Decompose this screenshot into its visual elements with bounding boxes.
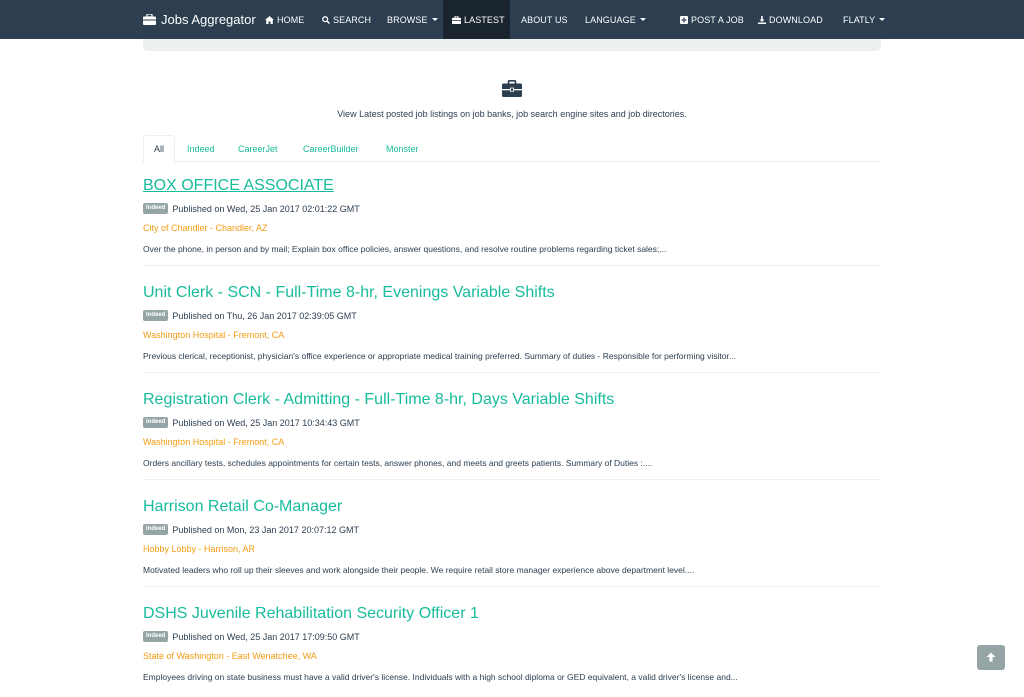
search-icon — [322, 15, 330, 24]
tab-careerbuilder[interactable]: CareerBuilder — [303, 135, 359, 162]
published-date: Published on Mon, 23 Jan 2017 20:07:12 G… — [172, 524, 359, 535]
job-title-link[interactable]: Harrison Retail Co-Manager — [143, 497, 881, 517]
chevron-down-icon — [639, 18, 646, 21]
nav-theme[interactable]: FLATLY — [834, 0, 888, 39]
job-meta: Indeed Published on Wed, 25 Jan 2017 10:… — [143, 417, 360, 428]
job-title-link[interactable]: BOX OFFICE ASSOCIATE — [143, 176, 881, 196]
nav-browse-label: BROWSE — [387, 14, 428, 25]
divider — [143, 265, 881, 266]
divider — [143, 479, 881, 480]
source-badge: Indeed — [143, 310, 169, 321]
tab-all[interactable]: All — [143, 135, 175, 163]
nav-about-us[interactable]: ABOUT US — [512, 0, 574, 39]
job-title-link[interactable]: Unit Clerk - SCN - Full-Time 8-hr, Eveni… — [143, 283, 881, 303]
chevron-down-icon — [431, 18, 438, 21]
navbar: Jobs Aggregator HOME SEARCH BROWSE LASTE… — [0, 0, 1024, 39]
nav-lastest[interactable]: LASTEST — [443, 0, 510, 39]
brand-link[interactable]: Jobs Aggregator — [143, 0, 256, 39]
job-description: Motivated leaders who roll up their slee… — [143, 565, 695, 575]
hero-description: View Latest posted job listings on job b… — [337, 109, 687, 119]
job-description: Employees driving on state business must… — [143, 672, 738, 682]
job-listing: Registration Clerk - Admitting - Full-Ti… — [143, 390, 881, 484]
job-title-link[interactable]: DSHS Juvenile Rehabilitation Security Of… — [143, 604, 881, 624]
company-link[interactable]: City of Chandler - Chandler, AZ — [143, 223, 268, 233]
divider — [143, 372, 881, 373]
published-date: Published on Wed, 25 Jan 2017 17:09:50 G… — [172, 631, 360, 642]
tab-indeed[interactable]: Indeed — [187, 135, 215, 162]
job-title-link[interactable]: Registration Clerk - Admitting - Full-Ti… — [143, 390, 881, 410]
tab-monster[interactable]: Monster — [386, 135, 419, 162]
back-to-top-button[interactable] — [977, 645, 1005, 670]
arrow-up-icon — [986, 649, 996, 667]
nav-download-label: DOWNLOAD — [769, 14, 823, 25]
source-badge: Indeed — [143, 203, 169, 214]
nav-theme-label: FLATLY — [843, 14, 876, 25]
published-date: Published on Thu, 26 Jan 2017 02:39:05 G… — [172, 310, 357, 321]
source-badge: Indeed — [143, 631, 169, 642]
source-tabs: All Indeed CareerJet CareerBuilder Monst… — [143, 135, 881, 163]
plus-square-icon — [680, 15, 688, 24]
job-meta: Indeed Published on Wed, 25 Jan 2017 17:… — [143, 631, 360, 642]
nav-search[interactable]: SEARCH — [315, 0, 375, 39]
header-panel — [143, 39, 881, 51]
job-description: Previous clerical, receptionist, physici… — [143, 351, 736, 361]
job-listing: DSHS Juvenile Rehabilitation Security Of… — [143, 604, 881, 696]
brand-name: Jobs Aggregator — [161, 12, 256, 27]
job-listing: BOX OFFICE ASSOCIATE Indeed Published on… — [143, 176, 881, 270]
download-icon — [758, 15, 766, 24]
nav-home[interactable]: HOME — [258, 0, 310, 39]
published-date: Published on Wed, 25 Jan 2017 10:34:43 G… — [172, 417, 360, 428]
job-description: Over the phone, in person and by mail; E… — [143, 244, 667, 254]
nav-download[interactable]: DOWNLOAD — [750, 0, 832, 39]
nav-post-a-job[interactable]: POST A JOB — [672, 0, 748, 39]
nav-about-us-label: ABOUT US — [521, 14, 568, 25]
nav-browse[interactable]: BROWSE — [378, 0, 442, 39]
divider — [143, 586, 881, 587]
chevron-down-icon — [879, 18, 886, 21]
job-meta: Indeed Published on Wed, 25 Jan 2017 02:… — [143, 203, 360, 214]
company-link[interactable]: Hobby Lobby - Harrison, AR — [143, 544, 255, 554]
nav-language[interactable]: LANGUAGE — [576, 0, 651, 39]
job-listing: Harrison Retail Co-Manager Indeed Publis… — [143, 497, 881, 591]
nav-post-a-job-label: POST A JOB — [691, 14, 744, 25]
job-meta: Indeed Published on Thu, 26 Jan 2017 02:… — [143, 310, 357, 321]
briefcase-icon — [452, 15, 461, 24]
job-description: Orders ancillary tests, schedules appoin… — [143, 458, 653, 468]
published-date: Published on Wed, 25 Jan 2017 02:01:22 G… — [172, 203, 360, 214]
nav-lastest-label: LASTEST — [464, 14, 505, 25]
home-icon — [265, 15, 274, 24]
company-link[interactable]: Washington Hospital - Fremont, CA — [143, 330, 284, 340]
company-link[interactable]: Washington Hospital - Fremont, CA — [143, 437, 284, 447]
source-badge: Indeed — [143, 417, 169, 428]
job-meta: Indeed Published on Mon, 23 Jan 2017 20:… — [143, 524, 359, 535]
briefcase-icon — [502, 80, 522, 102]
tab-careerjet[interactable]: CareerJet — [238, 135, 278, 162]
company-link[interactable]: State of Washington - East Wenatchee, WA — [143, 651, 317, 661]
nav-search-label: SEARCH — [333, 14, 372, 25]
source-badge: Indeed — [143, 524, 169, 535]
job-listing: Unit Clerk - SCN - Full-Time 8-hr, Eveni… — [143, 283, 881, 377]
nav-home-label: HOME — [277, 14, 305, 25]
briefcase-icon — [143, 14, 156, 25]
nav-language-label: LANGUAGE — [585, 14, 636, 25]
